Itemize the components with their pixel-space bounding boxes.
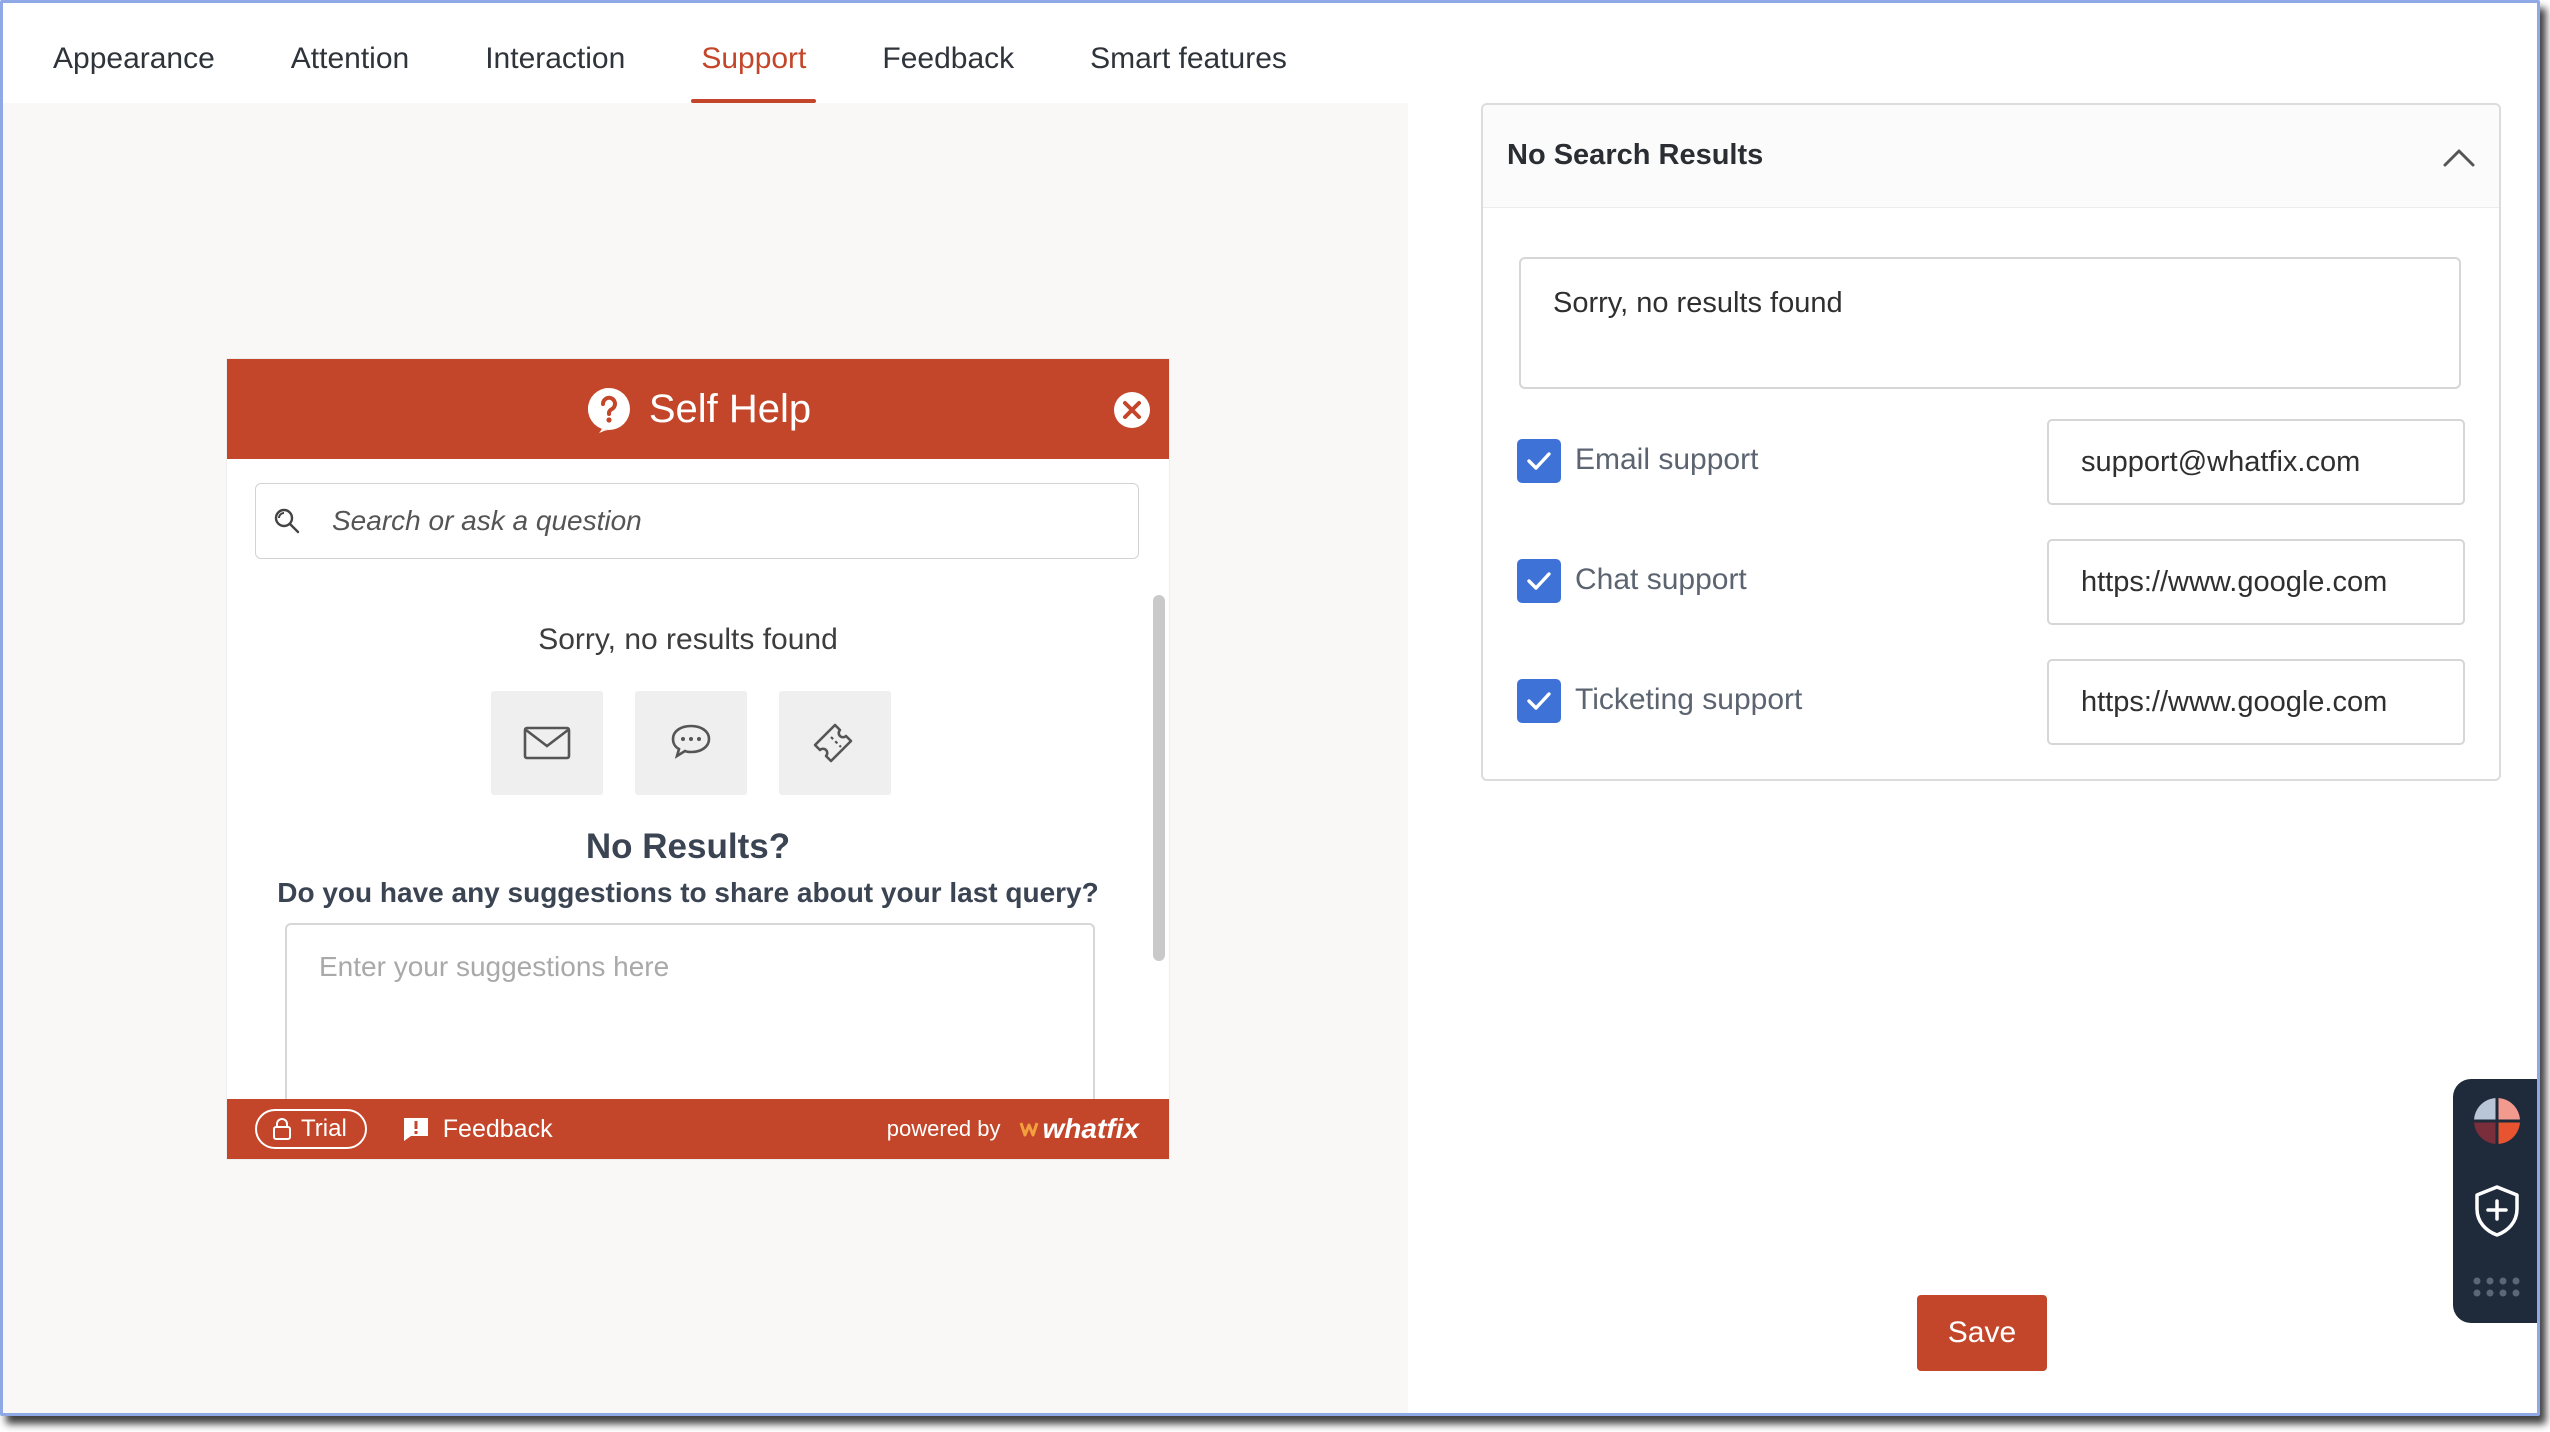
widget-body: Sorry, no results found No Results? Do y… xyxy=(227,587,1169,1103)
ticketing-support-input[interactable]: https://www.google.com xyxy=(2047,659,2465,745)
lock-icon xyxy=(273,1118,291,1140)
help-bubble-icon xyxy=(587,388,630,433)
feedback-label: Feedback xyxy=(442,1114,553,1143)
ticket-support-tile[interactable] xyxy=(779,691,891,795)
feedback-link[interactable]: Feedback xyxy=(401,1114,553,1144)
widget-search-input[interactable] xyxy=(330,504,1114,538)
widget-footer: Trial Feedback powered by whatfix xyxy=(227,1099,1169,1159)
ticketing-support-checkbox[interactable] xyxy=(1517,679,1561,723)
tab-feedback[interactable]: Feedback xyxy=(860,3,1036,103)
tab-appearance[interactable]: Appearance xyxy=(31,3,237,103)
search-icon xyxy=(274,508,300,534)
tab-interaction[interactable]: Interaction xyxy=(463,3,647,103)
chat-support-input[interactable]: https://www.google.com xyxy=(2047,539,2465,625)
suggestion-textarea[interactable]: Enter your suggestions here xyxy=(285,923,1095,1103)
chat-icon xyxy=(671,724,711,759)
ticketing-support-label: Ticketing support xyxy=(1575,683,1803,716)
tab-support[interactable]: Support xyxy=(679,3,828,103)
feedback-icon xyxy=(403,1118,428,1141)
chevron-up-icon[interactable] xyxy=(2441,143,2477,171)
chat-support-tile[interactable] xyxy=(635,691,747,795)
preview-canvas: Self Help Sorry, no results found xyxy=(3,103,1408,1413)
tab-bar: Appearance Attention Interaction Support… xyxy=(31,3,1341,103)
mail-icon xyxy=(523,726,571,760)
no-results-heading: No Results? xyxy=(585,827,791,866)
self-help-widget: Self Help Sorry, no results found xyxy=(227,359,1169,1159)
app-window: Appearance Attention Interaction Support… xyxy=(0,0,2540,1416)
email-support-tile[interactable] xyxy=(491,691,603,795)
widget-header: Self Help xyxy=(227,359,1169,459)
ticketing-support-row: Ticketing support https://www.google.com xyxy=(1517,659,2465,745)
save-button[interactable]: Save xyxy=(1917,1295,2047,1371)
drag-handle-icon[interactable] xyxy=(2471,1275,2521,1299)
email-support-checkbox[interactable] xyxy=(1517,439,1561,483)
email-support-input[interactable]: support@whatfix.com xyxy=(2047,419,2465,505)
brand-name: whatfix xyxy=(1042,1113,1139,1144)
pie-chart-icon[interactable] xyxy=(2471,1095,2523,1147)
chat-support-label: Chat support xyxy=(1575,563,1747,596)
chat-support-checkbox[interactable] xyxy=(1517,559,1561,603)
email-support-label: Email support xyxy=(1575,443,1759,476)
widget-scrollbar[interactable] xyxy=(1153,595,1165,961)
chat-support-row: Chat support https://www.google.com xyxy=(1517,539,2465,625)
widget-title: Self Help xyxy=(648,386,812,431)
tab-attention[interactable]: Attention xyxy=(269,3,431,103)
whatfix-logo: whatfix xyxy=(1019,1113,1139,1145)
email-support-row: Email support support@whatfix.com xyxy=(1517,419,2465,505)
panel-header[interactable]: No Search Results xyxy=(1483,105,2499,208)
no-results-text: Sorry, no results found xyxy=(538,623,838,656)
powered-by: powered by whatfix xyxy=(887,1113,1139,1145)
close-icon[interactable] xyxy=(1113,391,1151,429)
ticket-icon xyxy=(813,723,853,763)
checkmark-icon xyxy=(1527,692,1551,710)
whatfix-mark-icon xyxy=(1019,1122,1038,1137)
panel-title: No Search Results xyxy=(1507,139,1764,171)
checkmark-icon xyxy=(1527,572,1551,590)
support-icon-row xyxy=(491,691,891,795)
trial-label: Trial xyxy=(301,1115,347,1142)
tab-smart-features[interactable]: Smart features xyxy=(1068,3,1309,103)
powered-by-text: powered by xyxy=(886,1116,1001,1141)
add-shield-icon[interactable] xyxy=(2467,1181,2527,1241)
checkmark-icon xyxy=(1527,452,1551,470)
side-dock xyxy=(2453,1079,2537,1323)
widget-search-box[interactable] xyxy=(255,483,1139,559)
no-search-results-panel: No Search Results Sorry, no results foun… xyxy=(1481,103,2501,781)
suggestion-question: Do you have any suggestions to share abo… xyxy=(277,877,1099,908)
trial-badge[interactable]: Trial xyxy=(255,1109,367,1149)
no-results-message-field[interactable]: Sorry, no results found xyxy=(1519,257,2461,389)
